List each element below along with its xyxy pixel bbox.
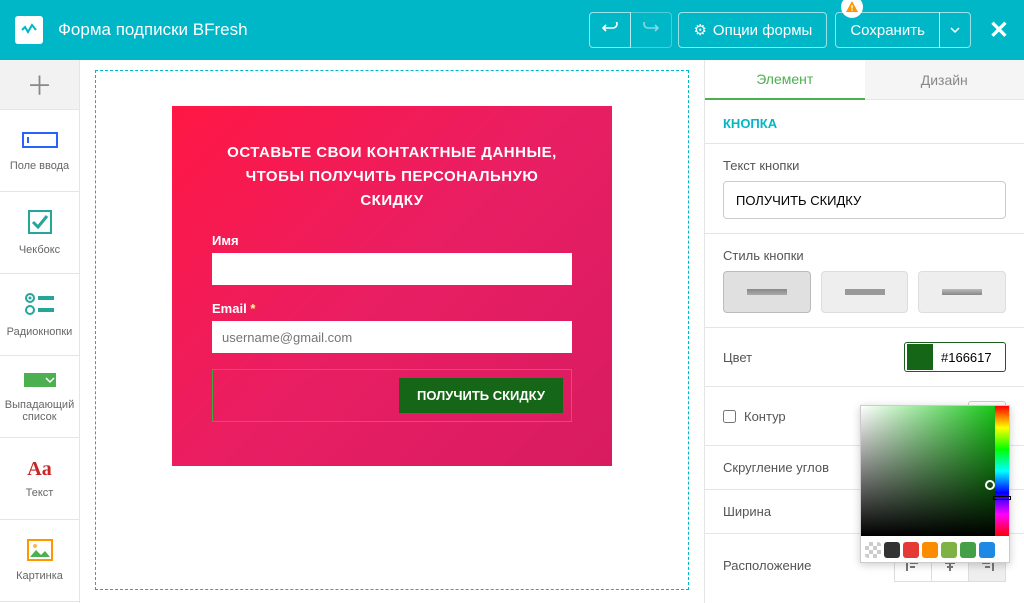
sidebar-item-checkbox[interactable]: Чекбокс	[0, 192, 79, 274]
button-style-1[interactable]	[723, 271, 811, 313]
form-options-button[interactable]: ⚙ Опции формы	[678, 12, 827, 48]
outline-checkbox[interactable]	[723, 410, 736, 423]
swatch-blue[interactable]	[979, 542, 995, 558]
page-title: Форма подписки BFresh	[58, 20, 589, 40]
swatch-green[interactable]	[960, 542, 976, 558]
color-hex-input[interactable]	[935, 350, 1005, 365]
submit-button-selection[interactable]: ПОЛУЧИТЬ СКИДКУ	[212, 369, 572, 422]
color-label: Цвет	[723, 350, 752, 365]
color-picker-saturation[interactable]	[861, 406, 1009, 536]
sidebar-item-label: Текст	[26, 487, 54, 499]
color-picker-hue-slider[interactable]	[993, 496, 1011, 500]
radius-label: Скругление углов	[723, 460, 829, 475]
properties-panel: Элемент Дизайн КНОПКА Текст кнопки Стиль…	[704, 60, 1024, 603]
tab-design[interactable]: Дизайн	[865, 60, 1024, 100]
sidebar-item-label: Картинка	[16, 570, 63, 582]
swatch-orange[interactable]	[922, 542, 938, 558]
sidebar-item-input[interactable]: Поле ввода	[0, 110, 79, 192]
radio-icon	[24, 291, 56, 320]
input-icon	[22, 129, 58, 154]
sidebar-item-text[interactable]: Aa Текст	[0, 438, 79, 520]
canvas: ОСТАВЬТЕ СВОИ КОНТАКТНЫЕ ДАННЫЕ, ЧТОБЫ П…	[80, 60, 704, 603]
save-dropdown-button[interactable]	[939, 12, 971, 48]
email-field-label[interactable]: Email *	[212, 301, 572, 316]
name-input[interactable]	[212, 253, 572, 285]
sidebar-item-image[interactable]: Картинка	[0, 520, 79, 602]
sidebar-item-label: Выпадающий список	[4, 399, 75, 423]
image-icon	[27, 539, 53, 564]
undo-button[interactable]	[589, 12, 631, 48]
color-picker-swatches	[861, 536, 1009, 562]
tab-element[interactable]: Элемент	[705, 60, 865, 100]
gear-icon: ⚙	[693, 21, 706, 39]
sidebar-item-select[interactable]: Выпадающий список	[0, 356, 79, 438]
color-picker-popup[interactable]	[860, 405, 1010, 563]
checkbox-icon	[27, 209, 53, 238]
sidebar-item-label: Поле ввода	[10, 160, 69, 172]
add-element-button[interactable]: ＋	[0, 60, 79, 110]
button-style-2[interactable]	[821, 271, 909, 313]
submit-button[interactable]: ПОЛУЧИТЬ СКИДКУ	[399, 378, 563, 413]
outline-label: Контур	[744, 409, 786, 424]
button-text-label: Текст кнопки	[723, 158, 1006, 173]
button-style-3[interactable]	[918, 271, 1006, 313]
width-label: Ширина	[723, 504, 771, 519]
color-picker-cursor[interactable]	[985, 480, 995, 490]
chevron-down-icon	[950, 25, 960, 35]
sidebar-item-label: Чекбокс	[19, 244, 60, 256]
color-picker-hue[interactable]	[995, 406, 1009, 536]
position-label: Расположение	[723, 558, 811, 573]
redo-button[interactable]	[630, 12, 672, 48]
dropdown-icon	[23, 370, 57, 393]
swatch-transparent[interactable]	[865, 542, 881, 558]
section-title: КНОПКА	[705, 100, 1024, 143]
close-button[interactable]: ✕	[989, 16, 1009, 45]
color-swatch[interactable]	[907, 344, 933, 370]
form-heading[interactable]: ОСТАВЬТЕ СВОИ КОНТАКТНЫЕ ДАННЫЕ, ЧТОБЫ П…	[212, 141, 572, 213]
swatch-lgreen[interactable]	[941, 542, 957, 558]
color-input-wrap[interactable]	[904, 342, 1006, 372]
email-input[interactable]	[212, 321, 572, 353]
swatch-dark[interactable]	[884, 542, 900, 558]
name-field-label[interactable]: Имя	[212, 233, 572, 248]
button-style-label: Стиль кнопки	[723, 248, 1006, 263]
swatch-red[interactable]	[903, 542, 919, 558]
form-preview[interactable]: ОСТАВЬТЕ СВОИ КОНТАКТНЫЕ ДАННЫЕ, ЧТОБЫ П…	[172, 106, 612, 466]
button-text-input[interactable]	[723, 181, 1006, 219]
app-logo	[15, 16, 43, 44]
sidebar-item-radio[interactable]: Радиокнопки	[0, 274, 79, 356]
sidebar: ＋ Поле ввода Чекбокс Радиокнопки Выпадаю…	[0, 60, 80, 603]
canvas-drop-area[interactable]: ОСТАВЬТЕ СВОИ КОНТАКТНЫЕ ДАННЫЕ, ЧТОБЫ П…	[95, 70, 689, 590]
text-icon: Aa	[27, 458, 51, 481]
sidebar-item-label: Радиокнопки	[7, 326, 73, 338]
